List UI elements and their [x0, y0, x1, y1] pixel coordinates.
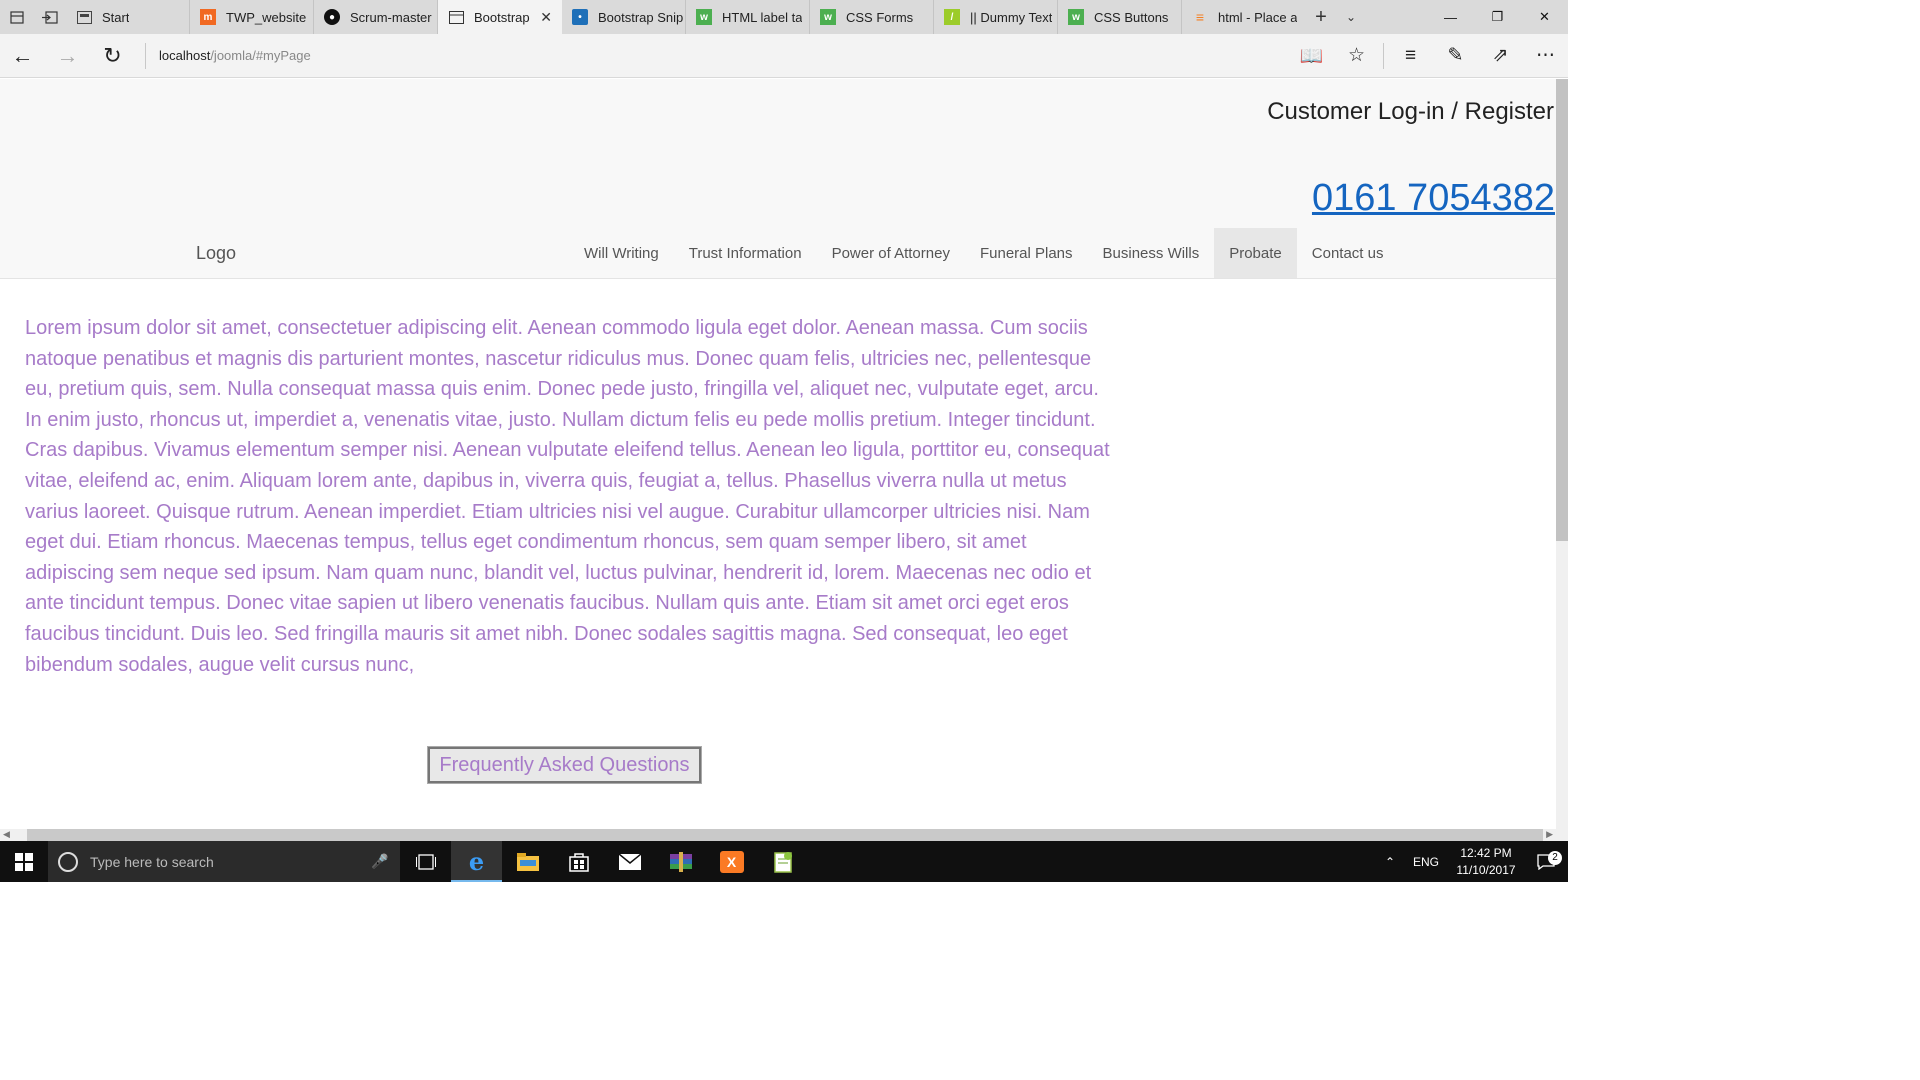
login-register-link[interactable]: Customer Log-in / Register — [1267, 98, 1554, 126]
favorite-star-icon[interactable]: ☆ — [1334, 34, 1379, 78]
url-field[interactable]: localhost/joomla/#myPage — [159, 48, 311, 63]
w3schools-icon: w — [820, 9, 836, 25]
tab-html-place[interactable]: ≡ html - Place a — [1182, 0, 1306, 34]
clock-time: 12:42 PM — [1460, 845, 1512, 860]
tab-actions-icon[interactable] — [0, 0, 33, 34]
dummytext-icon: / — [944, 9, 960, 25]
notepadpp-icon[interactable] — [757, 841, 808, 882]
chevron-down-icon[interactable]: ⌄ — [1336, 0, 1366, 34]
scroll-right-icon[interactable]: ▶ — [1546, 829, 1553, 840]
notification-count: 2 — [1548, 850, 1562, 865]
nav-probate[interactable]: Probate — [1214, 228, 1297, 278]
close-tab-icon[interactable]: ✕ — [540, 9, 552, 26]
phone-link[interactable]: 0161 7054382 — [1312, 177, 1555, 220]
nav-will-writing[interactable]: Will Writing — [569, 228, 674, 278]
url-host: localhost — [159, 48, 211, 63]
browser-tab-strip: Start m TWP_website ● Scrum-master Boots… — [0, 0, 1568, 34]
site-logo[interactable]: Logo — [196, 243, 236, 264]
tab-css-buttons[interactable]: w CSS Buttons — [1058, 0, 1182, 34]
nav-contact-us[interactable]: Contact us — [1297, 228, 1399, 278]
reading-view-icon[interactable]: 📖 — [1289, 34, 1334, 78]
refresh-icon[interactable]: ↻ — [90, 34, 135, 78]
tab-bootstrap[interactable]: Bootstrap ✕ — [438, 0, 562, 34]
edge-start-icon — [76, 9, 92, 25]
main-navigation: Will Writing Trust Information Power of … — [569, 228, 1398, 278]
winrar-icon[interactable] — [655, 841, 706, 882]
back-arrow-icon[interactable]: ← — [0, 34, 45, 78]
cortana-icon — [58, 851, 78, 872]
address-bar-tools: 📖 ☆ ≡ ✎ ⇗ ⋯ — [1289, 34, 1568, 78]
stackoverflow-icon: ≡ — [1195, 9, 1205, 25]
task-view-icon[interactable] — [400, 841, 451, 882]
w3schools-icon: w — [696, 9, 712, 25]
nav-trust-information[interactable]: Trust Information — [674, 228, 817, 278]
system-tray: ⌃ ENG 12:42 PM 11/10/2017 2 — [1376, 841, 1568, 882]
page-icon — [448, 9, 464, 25]
clock-date: 11/10/2017 — [1456, 862, 1516, 877]
minimize-icon[interactable]: — — [1427, 0, 1474, 34]
site-header: Customer Log-in / Register 0161 7054382 … — [0, 79, 1556, 279]
windows-start-icon[interactable] — [0, 841, 48, 882]
nav-power-of-attorney[interactable]: Power of Attorney — [817, 228, 965, 278]
xampp-icon[interactable]: X — [706, 841, 757, 882]
address-divider — [145, 42, 146, 69]
taskbar-search-box[interactable]: Type here to search 🎤 — [48, 841, 400, 882]
show-hidden-icons-icon[interactable]: ⌃ — [1376, 855, 1404, 869]
input-language[interactable]: ENG — [1404, 855, 1448, 869]
nav-business-wills[interactable]: Business Wills — [1088, 228, 1215, 278]
tab-twp-website[interactable]: m TWP_website — [190, 0, 314, 34]
mail-icon[interactable] — [604, 841, 655, 882]
share-icon[interactable]: ⇗ — [1478, 34, 1523, 78]
forward-arrow-icon[interactable]: → — [45, 34, 90, 78]
tab-html-label[interactable]: w HTML label ta — [686, 0, 810, 34]
microphone-icon[interactable]: 🎤 — [360, 853, 400, 870]
scroll-left-icon[interactable]: ◀ — [3, 829, 10, 840]
tab-bootstrap-snip[interactable]: • Bootstrap Snip — [562, 0, 686, 34]
hub-icon[interactable]: ≡ — [1388, 34, 1433, 78]
url-path: /joomla/#myPage — [210, 48, 311, 63]
windows-taskbar: Type here to search 🎤 e X ⌃ ENG 12:42 PM… — [0, 841, 1568, 882]
nav-funeral-plans[interactable]: Funeral Plans — [965, 228, 1088, 278]
file-explorer-icon[interactable] — [502, 841, 553, 882]
new-tab-icon[interactable]: + — [1306, 0, 1336, 34]
search-placeholder: Type here to search — [90, 853, 214, 870]
body-paragraph: Lorem ipsum dolor sit amet, consectetuer… — [25, 317, 1110, 676]
web-note-icon[interactable]: ✎ — [1433, 34, 1478, 78]
restore-icon[interactable]: ❐ — [1474, 0, 1521, 34]
set-aside-tabs-icon[interactable] — [33, 0, 66, 34]
vertical-scrollbar-thumb[interactable] — [1556, 79, 1568, 541]
toolbar-divider — [1383, 42, 1384, 69]
web-page: Customer Log-in / Register 0161 7054382 … — [0, 79, 1556, 829]
horizontal-scrollbar[interactable]: ◀ ▶ — [0, 829, 1568, 841]
close-window-icon[interactable]: ✕ — [1521, 0, 1568, 34]
horizontal-scrollbar-thumb[interactable] — [27, 829, 1543, 841]
tab-start[interactable]: Start — [66, 0, 190, 34]
github-icon: ● — [324, 9, 340, 25]
address-bar: ← → ↻ localhost/joomla/#myPage 📖 ☆ ≡ ✎ ⇗… — [0, 34, 1568, 78]
tab-css-forms[interactable]: w CSS Forms — [810, 0, 934, 34]
action-center-icon[interactable]: 2 — [1524, 850, 1568, 870]
tab-scrum-master[interactable]: ● Scrum-master — [314, 0, 438, 34]
more-icon[interactable]: ⋯ — [1523, 34, 1568, 78]
w3schools-icon: w — [1068, 9, 1084, 25]
system-clock[interactable]: 12:42 PM 11/10/2017 — [1448, 845, 1524, 879]
vertical-scrollbar[interactable] — [1556, 79, 1568, 829]
moodle-icon: m — [200, 9, 216, 25]
edge-icon[interactable]: e — [451, 841, 502, 882]
store-icon[interactable] — [553, 841, 604, 882]
faq-button[interactable]: Frequently Asked Questions — [427, 746, 702, 784]
tab-dummy-text[interactable]: / || Dummy Text — [934, 0, 1058, 34]
window-controls: — ❐ ✕ — [1427, 0, 1568, 34]
bootsnipp-icon: • — [572, 9, 588, 25]
